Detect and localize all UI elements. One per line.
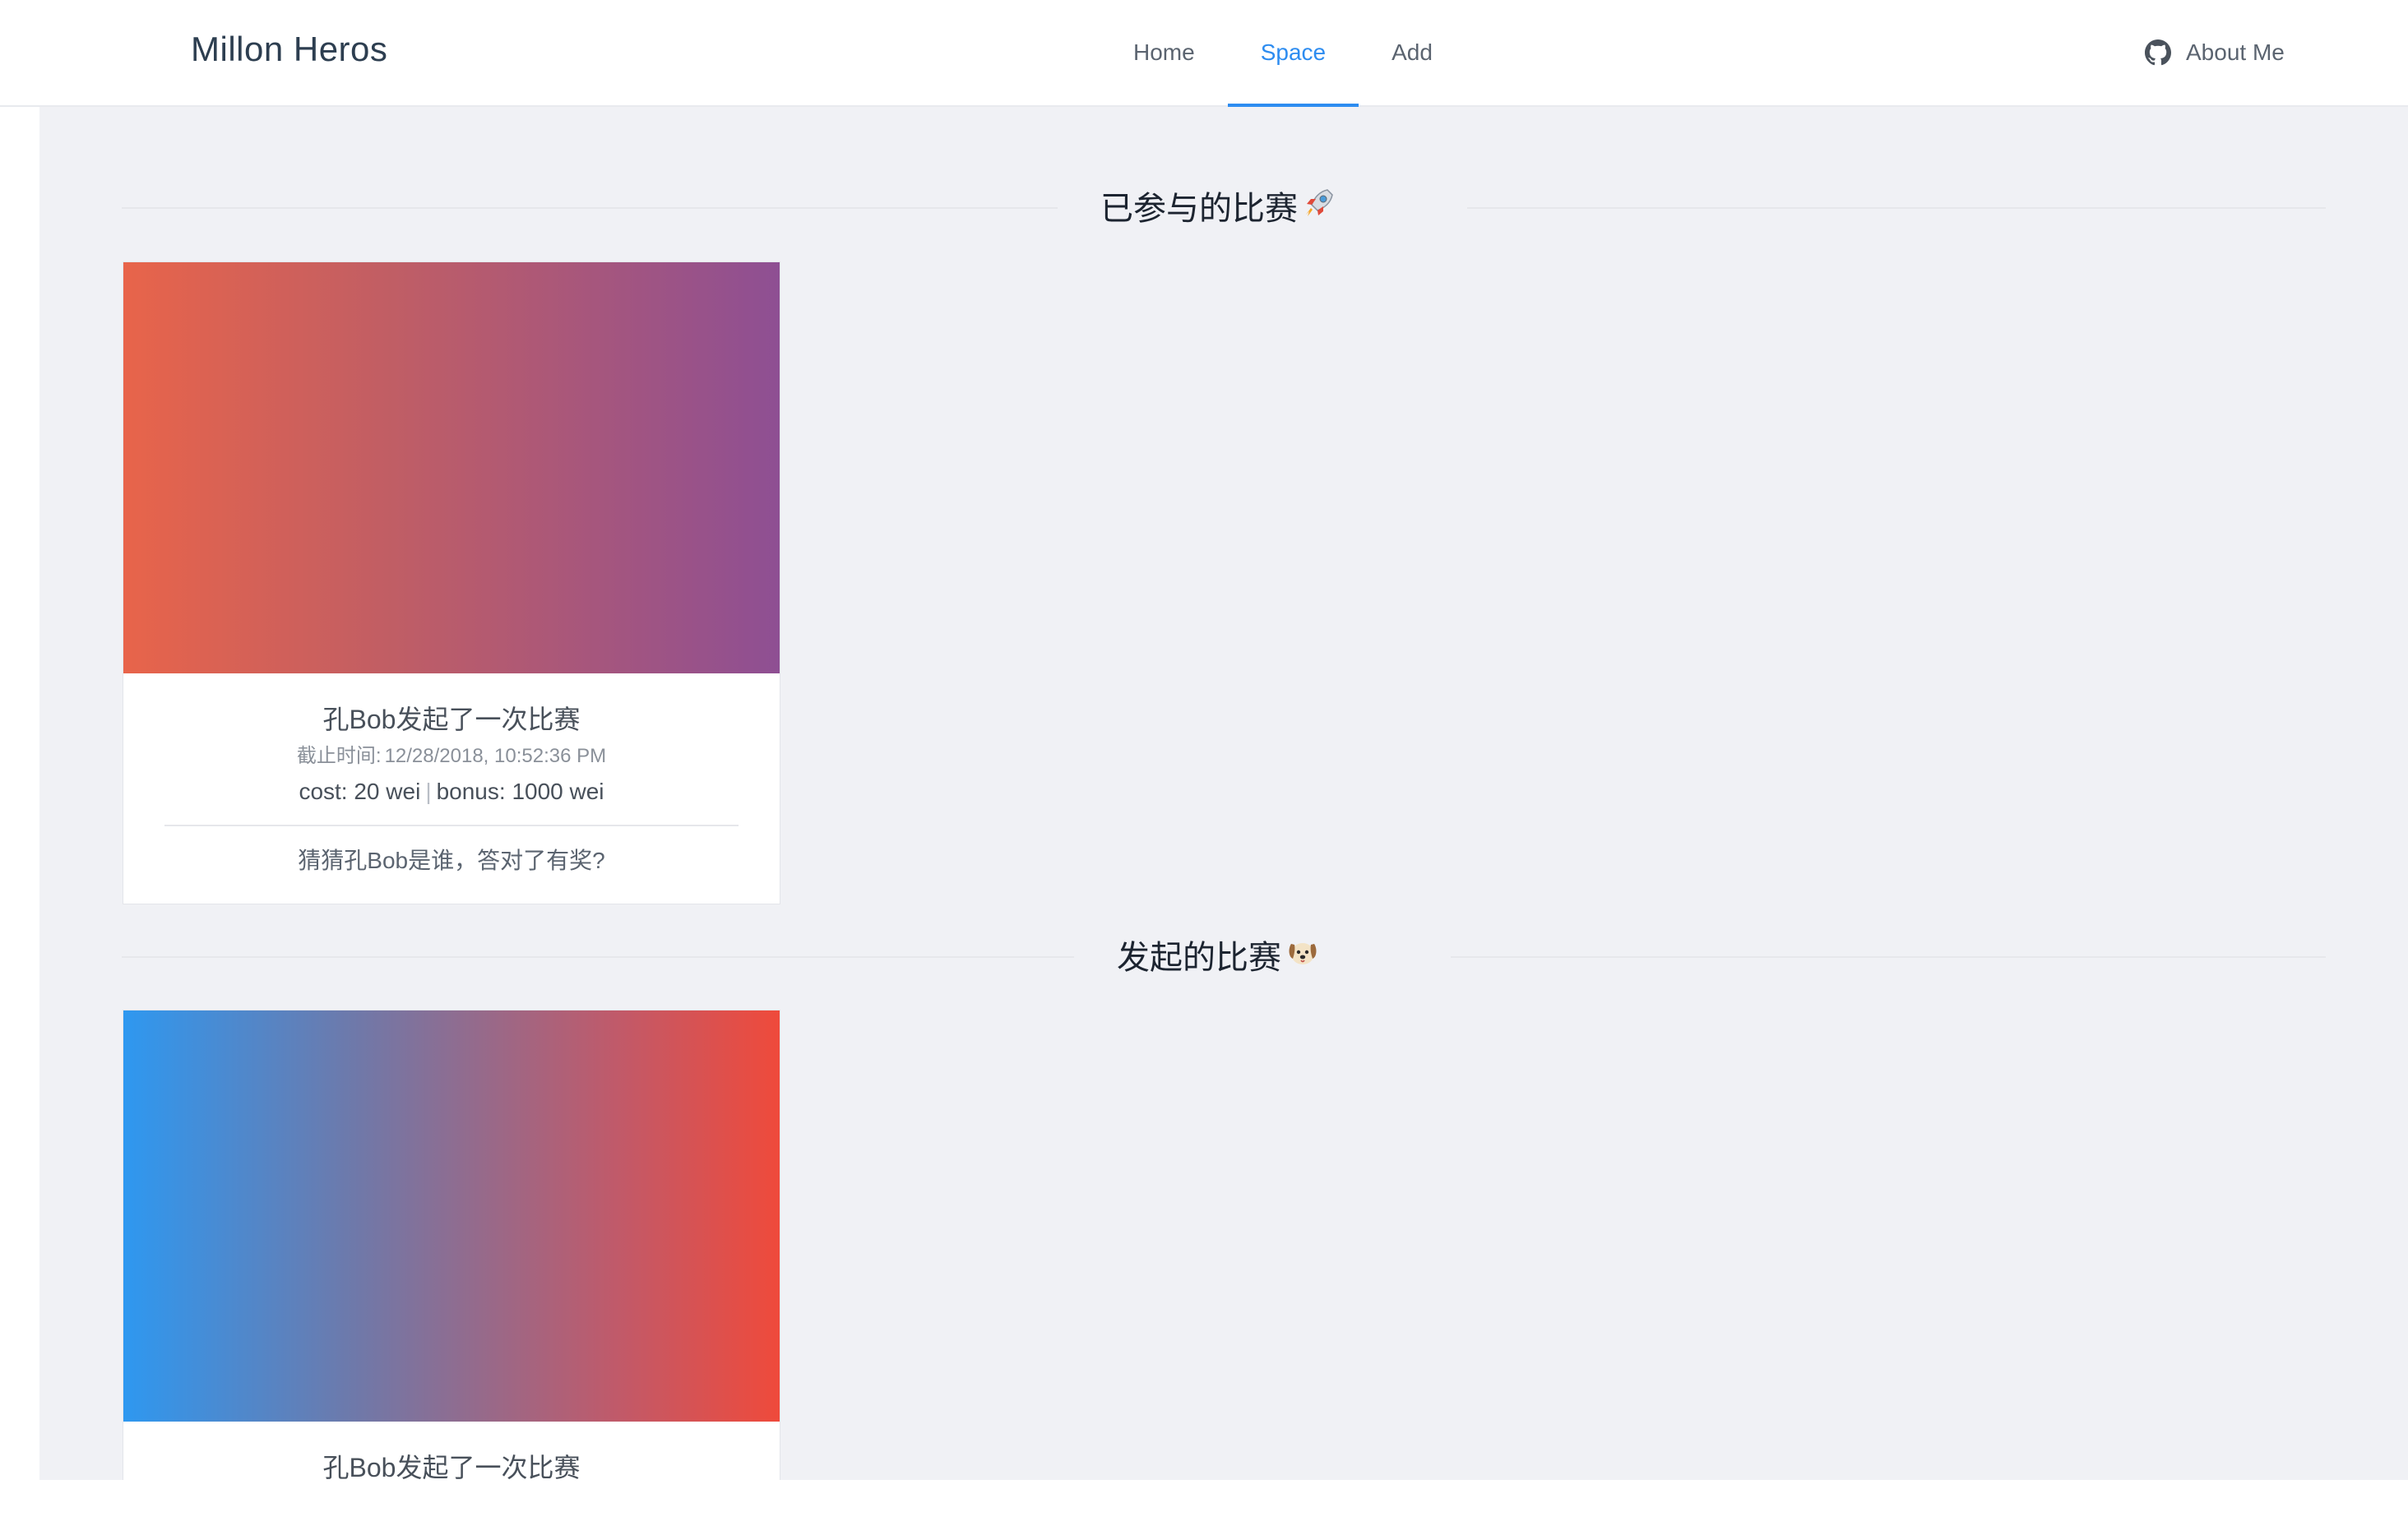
meta-separator: |	[425, 779, 432, 804]
main-content[interactable]: 已参与的比赛 孔Bob发起了一次比赛 截止时间: 12/28/2018, 10:5…	[39, 107, 2408, 1480]
about-me-label: About Me	[2186, 39, 2285, 65]
joined-section-title-text: 已参与的比赛	[1100, 191, 1298, 227]
brand-logo[interactable]: Millon Heros	[191, 30, 387, 69]
card-title: 孔Bob发起了一次比赛	[322, 705, 581, 734]
joined-section-title: 已参与的比赛	[1100, 180, 1337, 238]
card-cover-image	[123, 1010, 780, 1422]
github-icon	[2145, 39, 2171, 66]
created-section-divider: 发起的比赛	[122, 929, 2326, 987]
created-contest-card[interactable]: 孔Bob发起了一次比赛	[123, 1010, 780, 1480]
divider-line-left	[122, 956, 1074, 958]
about-me-link[interactable]: About Me	[2145, 31, 2285, 74]
card-meta: cost: 20 wei | bonus: 1000 wei	[164, 775, 739, 808]
deadline-label: 截止时间:	[296, 745, 382, 767]
card-description: 猜猜孔Bob是谁，答对了有奖?	[298, 848, 605, 873]
joined-section-divider: 已参与的比赛	[122, 180, 2326, 238]
nav-home[interactable]: Home	[1100, 0, 1228, 107]
dog-face-icon	[1285, 931, 1321, 988]
card-bonus: bonus: 1000 wei	[436, 779, 604, 804]
nav-add[interactable]: Add	[1359, 0, 1466, 107]
top-navbar: Millon Heros Home Space Add About Me	[0, 0, 2408, 107]
card-cover-image	[123, 262, 780, 673]
card-body: 孔Bob发起了一次比赛 截止时间: 12/28/2018, 10:52:36 PM…	[123, 673, 780, 904]
created-section-title-text: 发起的比赛	[1117, 940, 1281, 976]
card-divider	[164, 825, 739, 826]
card-cost: cost: 20 wei	[299, 779, 421, 804]
divider-line-right	[1467, 207, 2326, 209]
card-deadline: 截止时间: 12/28/2018, 10:52:36 PM	[164, 742, 739, 770]
card-body: 孔Bob发起了一次比赛	[123, 1422, 780, 1480]
rocket-icon	[1301, 182, 1337, 239]
joined-contest-card[interactable]: 孔Bob发起了一次比赛 截止时间: 12/28/2018, 10:52:36 PM…	[123, 261, 780, 904]
created-section-title: 发起的比赛	[1117, 929, 1321, 987]
card-title: 孔Bob发起了一次比赛	[322, 1453, 581, 1480]
divider-line-left	[122, 207, 1058, 209]
nav-space[interactable]: Space	[1227, 0, 1359, 107]
deadline-value: 12/28/2018, 10:52:36 PM	[384, 745, 607, 767]
main-nav: Home Space Add	[1100, 0, 1466, 107]
divider-line-right	[1451, 956, 2326, 958]
